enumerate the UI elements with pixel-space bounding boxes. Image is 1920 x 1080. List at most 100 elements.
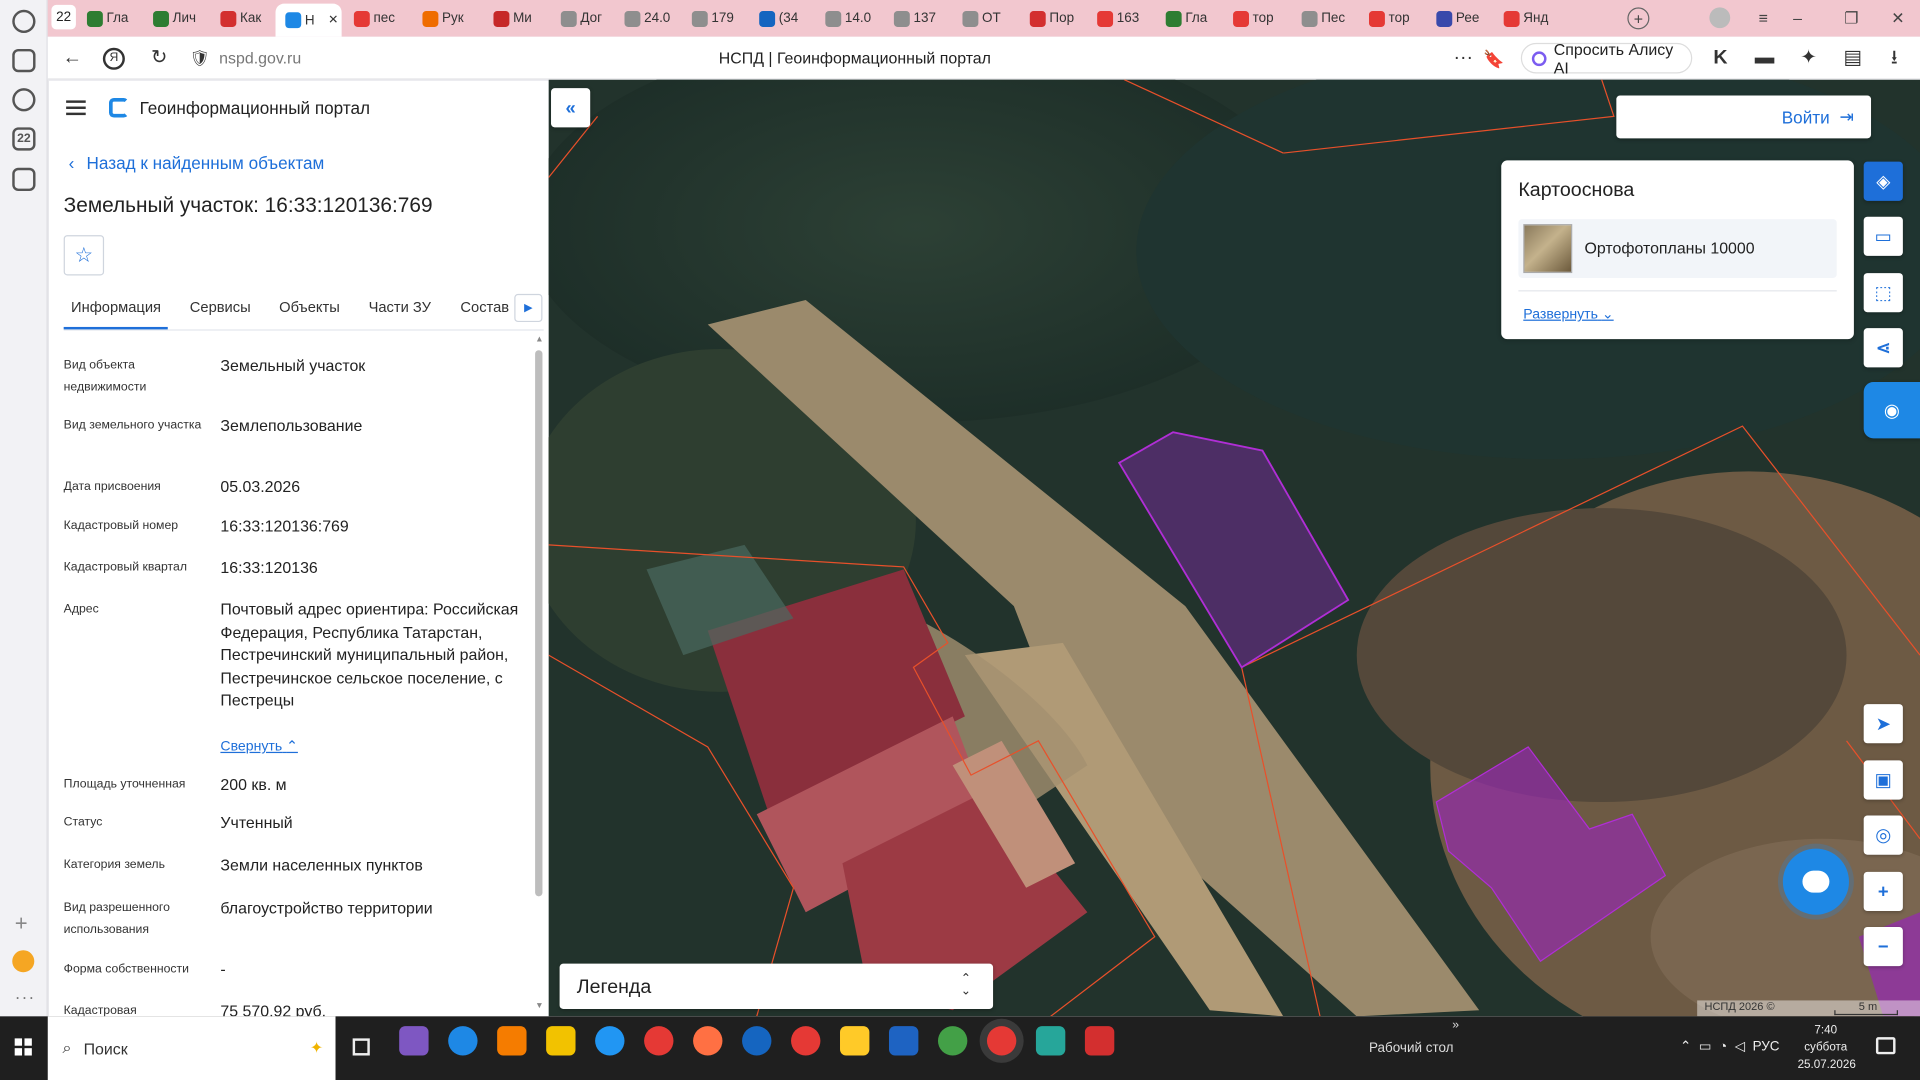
- add-panel-icon[interactable]: +: [15, 911, 28, 937]
- yandex-icon[interactable]: Я: [102, 47, 125, 70]
- extension-hat-icon[interactable]: ▬: [1752, 47, 1776, 71]
- chevron-right-icon[interactable]: »: [1452, 1019, 1459, 1032]
- site-info-icon[interactable]: 🛡: [187, 47, 211, 71]
- edge-icon[interactable]: [448, 1026, 478, 1056]
- browser-tab[interactable]: Дог: [551, 4, 615, 33]
- history-icon[interactable]: [12, 9, 36, 34]
- collapse-panel-button[interactable]: «: [551, 88, 591, 128]
- close-window-icon[interactable]: ✕: [1887, 7, 1909, 29]
- measure-button[interactable]: ▭: [1863, 216, 1903, 256]
- close-tab-icon[interactable]: ✕: [328, 13, 338, 26]
- tab-composition[interactable]: Состав: [460, 299, 509, 316]
- browser-tab[interactable]: Н ✕: [275, 3, 342, 37]
- browser-tab[interactable]: Как: [211, 4, 275, 33]
- app-icon[interactable]: [1035, 1026, 1066, 1056]
- word-icon[interactable]: [888, 1026, 919, 1056]
- alice-button[interactable]: Спросить Алису AI: [1520, 40, 1693, 77]
- explorer-icon[interactable]: [546, 1026, 576, 1056]
- collections-toolbar-icon[interactable]: ▤: [1840, 47, 1864, 71]
- browser-tab[interactable]: Гла: [77, 4, 141, 33]
- expand-basemaps-link[interactable]: Развернуть ⌄: [1523, 305, 1613, 322]
- tab-counter[interactable]: 22: [51, 4, 76, 30]
- menu-icon[interactable]: ≡: [1752, 7, 1774, 29]
- clock[interactable]: 7:40 суббота 25.07.2026: [1798, 1022, 1856, 1073]
- url-field[interactable]: nspd.gov.ru: [219, 49, 301, 67]
- bookmark-icon[interactable]: 🔖: [1482, 47, 1506, 71]
- browser-tab[interactable]: Гла: [1156, 4, 1220, 33]
- new-tab-icon[interactable]: +: [1627, 7, 1650, 30]
- browser-tab[interactable]: ОТ: [953, 4, 1017, 33]
- browser-tab[interactable]: Лич: [143, 4, 207, 33]
- geolocation-button[interactable]: ➤: [1863, 704, 1903, 744]
- volume-icon[interactable]: ◁: [1735, 1040, 1745, 1055]
- zoom-out-button[interactable]: −: [1863, 926, 1903, 967]
- login-button[interactable]: Войти ⇥: [1616, 95, 1872, 139]
- tab-info[interactable]: Информация: [63, 299, 169, 330]
- yandex-browser-icon[interactable]: [986, 1026, 1017, 1056]
- share-button[interactable]: ⋖: [1863, 328, 1903, 368]
- firefox-icon[interactable]: [693, 1026, 723, 1056]
- play-icon[interactable]: [12, 88, 36, 112]
- opera-icon[interactable]: [644, 1026, 674, 1056]
- browser-tab[interactable]: 24.0: [615, 4, 679, 33]
- back-to-results-link[interactable]: ‹ Назад к найденным объектам: [69, 153, 325, 173]
- tab-parts[interactable]: Части ЗУ: [369, 299, 431, 316]
- browser-tab[interactable]: 137: [884, 4, 948, 33]
- chat-button[interactable]: [1782, 848, 1849, 915]
- browser-tab[interactable]: Рее: [1427, 4, 1491, 33]
- browser-tab[interactable]: 179: [682, 4, 746, 33]
- scroll-up-icon[interactable]: ▲: [535, 336, 543, 345]
- taskbar-search[interactable]: ⌕ Поиск ✦: [47, 1016, 336, 1080]
- reload-icon[interactable]: ↻: [147, 47, 171, 71]
- chevron-up-icon[interactable]: ⌃: [1680, 1040, 1691, 1055]
- yandex-icon[interactable]: [791, 1026, 821, 1056]
- browser-tab[interactable]: (34: [749, 4, 813, 33]
- app-icon[interactable]: [399, 1026, 429, 1056]
- profile-avatar[interactable]: [1709, 7, 1731, 29]
- downloads-icon[interactable]: ⭳: [1882, 47, 1906, 71]
- extensions-icon[interactable]: ✦: [1796, 47, 1820, 71]
- panel-scrollbar[interactable]: ▲ ▼: [535, 336, 544, 1011]
- minimap-button[interactable]: ▣: [1863, 760, 1903, 800]
- layers-button[interactable]: ◈: [1863, 161, 1903, 201]
- notifications-icon[interactable]: [1875, 1037, 1896, 1055]
- tab-objects[interactable]: Объекты: [279, 299, 340, 316]
- app-icon[interactable]: [1084, 1026, 1115, 1056]
- tab-count-icon[interactable]: 22: [12, 127, 36, 151]
- legend-dropdown[interactable]: Легенда ⌃ ⌄: [559, 963, 994, 1009]
- select-area-button[interactable]: ⬚: [1863, 273, 1903, 313]
- browser-tab[interactable]: пес: [344, 4, 408, 33]
- map-view[interactable]: « Войти ⇥ Картооснова Ортофотопланы 10000…: [548, 79, 1920, 1017]
- more-actions-icon[interactable]: ···: [1451, 47, 1475, 71]
- browser-tab[interactable]: Пор: [1020, 4, 1084, 33]
- wifi-icon[interactable]: ◔: [1719, 1040, 1727, 1055]
- browser-tab[interactable]: тор: [1359, 4, 1423, 33]
- shield-icon[interactable]: [937, 1026, 968, 1056]
- office-icon[interactable]: [497, 1026, 527, 1056]
- browser-tab[interactable]: Пес: [1292, 4, 1356, 33]
- mail-icon[interactable]: [12, 950, 35, 973]
- browser-tab[interactable]: 163: [1087, 4, 1151, 33]
- tabs-next-button[interactable]: ▶: [514, 293, 543, 323]
- more-icon[interactable]: ···: [15, 987, 36, 1007]
- browser-tab[interactable]: Ми: [484, 4, 548, 33]
- basemap-item[interactable]: Ортофотопланы 10000: [1518, 219, 1837, 278]
- browser-tab[interactable]: тор: [1223, 4, 1287, 33]
- scrollbar-thumb[interactable]: [535, 350, 543, 897]
- language-indicator[interactable]: РУС: [1753, 1040, 1780, 1055]
- tab-services[interactable]: Сервисы: [190, 299, 251, 316]
- desktop-toolbar-label[interactable]: Рабочий стол: [1369, 1041, 1454, 1056]
- browser-tab[interactable]: Янд: [1494, 4, 1558, 33]
- ie-icon[interactable]: [595, 1026, 625, 1056]
- zoom-icon[interactable]: [742, 1026, 772, 1056]
- browser-tab[interactable]: 14.0: [816, 4, 880, 33]
- windows-start-icon[interactable]: [14, 1038, 32, 1056]
- app-icon[interactable]: [840, 1026, 870, 1056]
- browser-tab[interactable]: Рук: [413, 4, 477, 33]
- extension-k-icon[interactable]: K: [1708, 47, 1732, 71]
- maximize-icon[interactable]: ❐: [1840, 7, 1862, 29]
- assistant-button[interactable]: ◉: [1863, 382, 1920, 439]
- back-arrow-icon[interactable]: ←: [60, 47, 84, 71]
- zoom-in-button[interactable]: +: [1863, 871, 1903, 912]
- scroll-down-icon[interactable]: ▼: [535, 1002, 543, 1011]
